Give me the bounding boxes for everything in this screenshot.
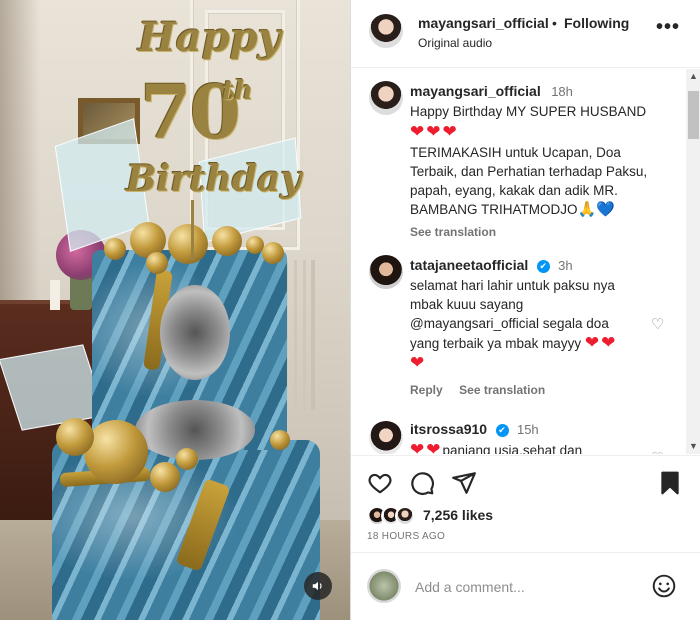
heart-icon xyxy=(368,473,392,494)
separator-dot: • xyxy=(552,15,557,31)
avatar[interactable] xyxy=(369,14,403,48)
likers-avatars[interactable] xyxy=(367,506,419,528)
more-options-icon[interactable]: ••• xyxy=(655,17,681,44)
current-user-avatar xyxy=(367,569,401,603)
comment-line: mbak kuuu sayang xyxy=(410,297,524,312)
gold-ball xyxy=(262,242,284,264)
scroll-down-arrow-icon[interactable]: ▼ xyxy=(686,439,700,454)
heart-emoji: ❤❤❤ xyxy=(410,122,459,141)
topper-stick xyxy=(191,200,194,260)
cake-topper-happy: Happy xyxy=(138,14,281,61)
gold-ball xyxy=(150,462,180,492)
comment-input[interactable] xyxy=(415,575,645,599)
comment-line: panjang usia,sehat dan xyxy=(442,443,583,454)
likes-count[interactable]: 7,256 likes xyxy=(423,507,493,523)
candle xyxy=(50,280,60,310)
comment-body: itsrossa910 ✔ 15h ❤❤panjang usia,sehat d… xyxy=(410,421,660,454)
see-translation-link[interactable]: See translation xyxy=(410,225,680,239)
comment-username-link[interactable]: tatajaneetaofficial xyxy=(410,257,528,273)
comment-button[interactable] xyxy=(409,470,437,498)
smiley-icon xyxy=(652,574,676,598)
share-button[interactable] xyxy=(451,470,479,498)
comment-body: mayangsari_official 18h Happy Birthday M… xyxy=(410,83,680,239)
comment-line-with-emoji: ❤❤panjang usia,sehat dan xyxy=(410,440,660,454)
gold-ball xyxy=(270,430,290,450)
cake-topper-suffix: th xyxy=(222,76,253,106)
comment-username-link[interactable]: itsrossa910 xyxy=(410,421,487,437)
comment-like-icon[interactable]: ♡ xyxy=(651,449,664,454)
gold-ball xyxy=(168,224,208,264)
comment-line: Happy Birthday MY SUPER HUSBAND xyxy=(410,104,647,119)
comments-list[interactable]: mayangsari_official 18h Happy Birthday M… xyxy=(351,69,686,454)
comment-time: 18h xyxy=(551,84,573,99)
see-translation-link[interactable]: See translation xyxy=(459,383,545,397)
comment-meta: Reply See translation xyxy=(410,381,660,399)
send-icon xyxy=(452,472,476,494)
post-details-panel: mayangsari_official • Following Original… xyxy=(350,0,700,620)
geode-crystal xyxy=(160,285,230,380)
comment-icon xyxy=(411,472,434,495)
heart-emoji: ❤❤ xyxy=(410,440,443,454)
comments-scrollbar[interactable]: ▲ ▼ xyxy=(686,69,700,454)
audio-toggle-button[interactable] xyxy=(304,572,332,600)
header-username-link[interactable]: mayangsari_official xyxy=(418,15,549,31)
emoji-button[interactable] xyxy=(651,573,677,599)
post-timestamp: 18 HOURS AGO xyxy=(367,531,446,542)
gold-ball xyxy=(176,448,198,470)
comment-username-link[interactable]: mayangsari_official xyxy=(410,83,541,99)
reply-link[interactable]: Reply xyxy=(410,383,443,397)
post-media[interactable]: Happy 70 th Birthday xyxy=(0,0,350,620)
verified-badge-icon: ✔ xyxy=(536,260,550,273)
comment-body: tatajaneetaofficial ✔ 3h selamat hari la… xyxy=(410,257,660,399)
scroll-up-arrow-icon[interactable]: ▲ xyxy=(686,69,700,84)
gold-ball xyxy=(56,418,94,456)
verified-badge-icon: ✔ xyxy=(495,424,509,437)
original-audio-link[interactable]: Original audio xyxy=(418,36,492,50)
comment-line: yang terbaik ya mbak mayyy xyxy=(410,336,582,351)
save-button[interactable] xyxy=(657,470,685,498)
comment-line: papah, eyang, kakak dan adik MR. xyxy=(410,183,618,198)
comment-time: 15h xyxy=(516,422,539,437)
avatar[interactable] xyxy=(369,255,403,289)
heart-emoji: ❤❤ xyxy=(584,333,618,352)
post-header: mayangsari_official • Following Original… xyxy=(351,0,700,68)
comment-line: BAMBANG TRIHATMODJO xyxy=(410,202,578,217)
scrollbar-thumb[interactable] xyxy=(688,91,699,139)
avatar[interactable] xyxy=(369,81,403,115)
gold-ball xyxy=(212,226,242,256)
pray-blue-heart-emoji: 🙏💙 xyxy=(577,201,615,218)
gold-ball xyxy=(104,238,126,260)
heart-emoji: ❤ xyxy=(410,353,427,372)
speaker-icon xyxy=(312,581,322,591)
comment-line: selamat hari lahir untuk paksu nya xyxy=(410,278,615,293)
liker-avatar xyxy=(395,506,415,526)
post-actions: 7,256 likes 18 HOURS AGO xyxy=(351,455,700,551)
comment-line: TERIMAKASIH untuk Ucapan, Doa xyxy=(410,145,621,160)
following-button[interactable]: Following xyxy=(564,15,629,31)
avatar[interactable] xyxy=(369,421,403,454)
cake-topper-birthday: Birthday xyxy=(126,158,302,200)
comment-time: 3h xyxy=(558,258,573,273)
comment-like-icon[interactable]: ♡ xyxy=(651,315,664,333)
comment-line-with-emoji: BAMBANG TRIHATMODJO🙏💙 xyxy=(410,200,680,219)
gold-ball xyxy=(84,420,148,484)
comment-line: @mayangsari_official segala doa xyxy=(410,316,609,331)
like-button[interactable] xyxy=(367,470,395,498)
comment-line-with-emoji: yang terbaik ya mbak mayyy ❤❤ xyxy=(410,333,660,353)
bookmark-icon xyxy=(661,471,679,495)
gold-ball xyxy=(146,252,168,274)
add-comment-bar xyxy=(351,552,700,620)
comment-line: Terbaik, dan Perhatian terhadap Paksu, xyxy=(410,164,648,179)
